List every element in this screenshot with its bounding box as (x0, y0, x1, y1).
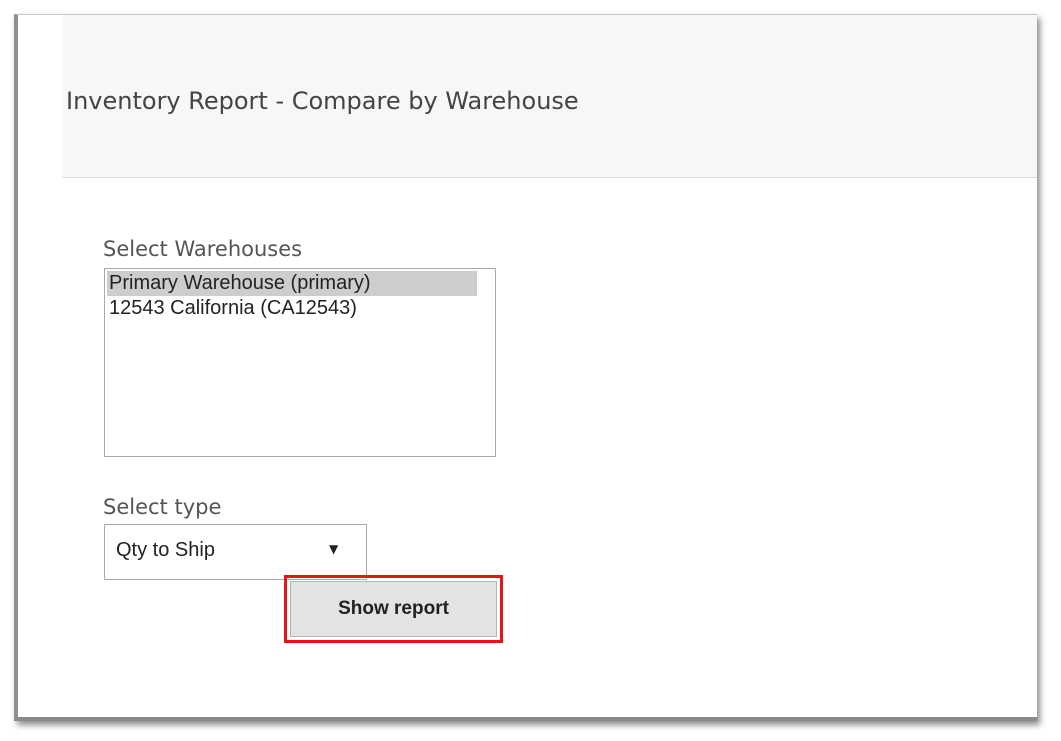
page-title: Inventory Report - Compare by Warehouse (66, 87, 579, 115)
page-frame: Inventory Report - Compare by Warehouse … (14, 14, 1037, 721)
type-select-value: Qty to Ship (116, 539, 215, 561)
warehouse-option-primary[interactable]: Primary Warehouse (primary) (107, 271, 477, 296)
warehouses-listbox[interactable]: Primary Warehouse (primary) 12543 Califo… (104, 268, 496, 457)
dropdown-arrow-icon: ▼ (329, 542, 339, 556)
warehouse-option-california[interactable]: 12543 California (CA12543) (107, 296, 477, 321)
warehouses-label: Select Warehouses (103, 237, 303, 261)
type-label: Select type (103, 495, 222, 519)
show-report-button[interactable]: Show report (290, 581, 497, 637)
type-select[interactable]: Qty to Ship ▼ (104, 524, 367, 580)
